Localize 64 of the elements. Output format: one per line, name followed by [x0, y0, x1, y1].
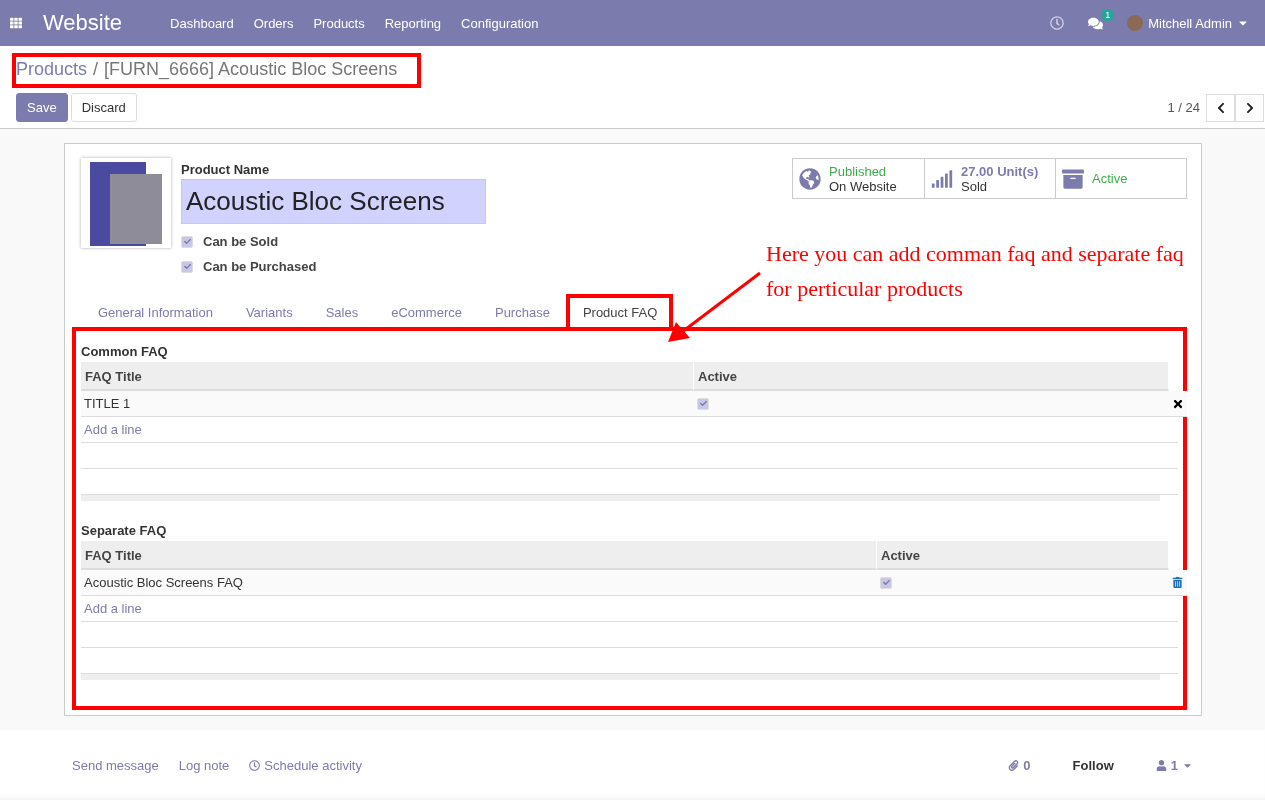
user-icon	[1155, 759, 1167, 771]
breadcrumb-current: [FURN_6666] Acoustic Bloc Screens	[104, 59, 398, 80]
follow-button[interactable]: Follow	[1066, 756, 1120, 774]
breadcrumb-separator: /	[93, 59, 99, 80]
menu-item[interactable]: Products	[303, 15, 375, 31]
menu-item[interactable]: Configuration	[451, 15, 549, 31]
annotation-note: Here you can add comman faq and separate faq for perticular products	[766, 240, 1185, 303]
apps-menu-icon[interactable]	[10, 17, 22, 29]
stat-unit: Unit(s)	[997, 163, 1039, 179]
column-header[interactable]: FAQ Title	[81, 541, 877, 570]
chatter-link[interactable]: Send message	[72, 757, 159, 773]
chat-bubbles-icon[interactable]	[1088, 15, 1104, 31]
pager-text: 1 / 24	[1167, 100, 1200, 115]
check-icon	[183, 238, 191, 245]
app-name: Website	[43, 10, 123, 36]
stat-value: 27.00	[961, 163, 994, 179]
menu-item[interactable]: Dashboard	[160, 15, 244, 31]
checkbox[interactable]	[880, 576, 892, 589]
section-title: Separate FAQ	[81, 523, 168, 538]
column-header[interactable]: Active	[694, 362, 1169, 391]
message-count-badge: 1	[1101, 8, 1115, 21]
add-line-link[interactable]: Add a line	[84, 422, 142, 437]
discard-button[interactable]: Discard	[70, 93, 137, 122]
attachment-count[interactable]: 0	[1008, 757, 1031, 773]
stat-caption: On Website	[829, 178, 897, 194]
tab[interactable]: Product FAQ	[565, 294, 674, 327]
clock-icon	[249, 759, 261, 771]
followers-count[interactable]: 1	[1155, 757, 1193, 773]
close-icon[interactable]	[1172, 397, 1184, 410]
trash-icon[interactable]	[1172, 577, 1183, 588]
table-cell: TITLE 1	[84, 396, 131, 411]
archive-box-icon	[1062, 167, 1084, 190]
product-name-field[interactable]: Acoustic Bloc Screens	[181, 179, 486, 224]
next-button[interactable]	[1235, 93, 1264, 122]
check-icon	[699, 400, 707, 407]
menu-item[interactable]: Orders	[243, 15, 304, 31]
checkbox[interactable]	[181, 235, 193, 248]
section-title: Common FAQ	[81, 344, 169, 359]
signal-bars-icon	[931, 167, 953, 190]
add-line-link[interactable]: Add a line	[84, 601, 142, 616]
menu-item[interactable]: Reporting	[374, 15, 452, 31]
check-icon	[882, 579, 890, 586]
checkbox[interactable]	[697, 397, 709, 410]
checkbox-label: Can be Sold	[203, 234, 279, 249]
avatar	[1127, 15, 1144, 31]
status-text: Published	[829, 163, 888, 179]
clock-icon[interactable]	[1050, 16, 1065, 30]
breadcrumb-link[interactable]: Products	[16, 59, 88, 80]
globe-icon	[799, 167, 821, 190]
stat-caption: Sold	[961, 178, 989, 194]
checkbox[interactable]	[181, 260, 193, 273]
check-icon	[183, 263, 191, 270]
column-header[interactable]: Active	[877, 541, 1169, 570]
save-button[interactable]: Save	[16, 93, 68, 122]
chatter-link[interactable]: Log note	[178, 757, 230, 773]
checkbox-label: Can be Purchased	[203, 259, 317, 274]
field-label: Product Name	[181, 162, 271, 177]
chatter-link[interactable]: Schedule activity	[249, 757, 362, 773]
previous-button[interactable]	[1206, 93, 1235, 122]
user-menu[interactable]: Mitchell Admin	[1127, 15, 1249, 31]
column-header[interactable]: FAQ Title	[81, 362, 694, 391]
status-text: Active	[1092, 171, 1128, 186]
table-cell: Acoustic Bloc Screens FAQ	[84, 575, 243, 590]
paperclip-icon	[1008, 759, 1020, 771]
